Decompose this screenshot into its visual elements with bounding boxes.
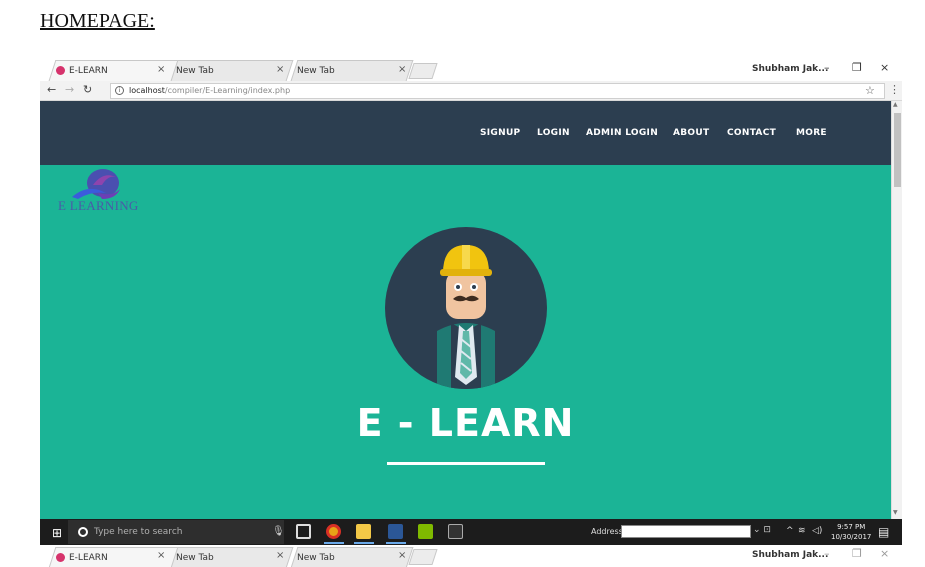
task-view-icon[interactable] <box>296 524 311 539</box>
tab-label: New Tab <box>176 552 214 563</box>
taskbar-address-label: Address <box>591 527 623 536</box>
windows-taskbar: ⊞ Type here to search 🎙 Address ⌄ ⊡ ^ ≋ … <box>40 519 902 545</box>
browser-tab-bar-duplicate: E-LEARN × New Tab × New Tab × Shubham Ja… <box>40 545 902 567</box>
back-icon[interactable]: ← <box>47 83 56 96</box>
address-bar: ← → ↻ i localhost/compiler/E-Learning/in… <box>40 81 902 101</box>
tab-label: E-LEARN <box>69 65 108 76</box>
tab-label: New Tab <box>176 65 214 76</box>
site-favicon-icon <box>56 553 65 562</box>
chrome-icon[interactable] <box>326 524 341 539</box>
tab-label: E-LEARN <box>69 552 108 563</box>
mic-icon[interactable]: 🎙 <box>272 526 285 537</box>
search-placeholder: Type here to search <box>94 527 183 537</box>
word-icon[interactable] <box>388 524 403 539</box>
notification-icon[interactable]: ▤ <box>878 525 889 539</box>
window-user-label: Shubham Jak... <box>752 64 829 74</box>
clock-time: 9:57 PM <box>837 523 866 531</box>
new-tab-button[interactable] <box>408 63 438 79</box>
close-window-icon[interactable]: × <box>880 547 889 560</box>
notepad-icon[interactable] <box>418 524 433 539</box>
info-icon[interactable]: i <box>115 86 124 95</box>
site-title: E - LEARN <box>356 401 575 445</box>
scroll-thumb[interactable] <box>894 113 901 187</box>
nav-contact[interactable]: CONTACT <box>727 128 776 138</box>
close-tab-icon[interactable]: × <box>157 64 165 75</box>
close-tab-icon[interactable]: × <box>157 550 165 561</box>
title-divider <box>387 462 545 465</box>
close-tab-icon[interactable]: × <box>398 64 406 75</box>
close-window-icon[interactable]: × <box>880 61 889 74</box>
web-page: SIGNUP LOGIN ADMIN LOGIN ABOUT CONTACT M… <box>40 101 891 519</box>
logo-text: E LEARNING <box>58 198 139 213</box>
browser-screenshot: E-LEARN × New Tab × New Tab × Shubham Ja… <box>40 57 902 567</box>
clock-date: 10/30/2017 <box>831 533 872 541</box>
url-path: /compiler/E-Learning/index.php <box>164 86 291 95</box>
restore-icon[interactable]: ❐ <box>852 61 862 74</box>
window-user-label: Shubham Jak... <box>752 550 829 560</box>
site-favicon-icon <box>56 66 65 75</box>
reload-icon[interactable]: ↻ <box>83 83 92 96</box>
page-scrollbar[interactable]: ▲ ▼ <box>891 101 902 519</box>
tab-label: New Tab <box>297 65 335 76</box>
taskbar-search-input[interactable]: Type here to search <box>68 520 284 544</box>
nav-admin-login[interactable]: ADMIN LOGIN <box>586 128 658 138</box>
scroll-up-icon[interactable]: ▲ <box>893 101 898 108</box>
document-heading: HOMEPAGE: <box>40 10 155 32</box>
nav-about[interactable]: ABOUT <box>673 128 709 138</box>
site-navbar: SIGNUP LOGIN ADMIN LOGIN ABOUT CONTACT M… <box>40 101 891 165</box>
restore-icon[interactable]: ❐ <box>852 547 862 560</box>
close-tab-icon[interactable]: × <box>276 64 284 75</box>
nav-login[interactable]: LOGIN <box>537 128 570 138</box>
tab-label: New Tab <box>297 552 335 563</box>
browser-tab-bar: E-LEARN × New Tab × New Tab × Shubham Ja… <box>40 57 902 81</box>
cortana-icon <box>78 527 88 537</box>
star-icon[interactable]: ☆ <box>865 84 875 97</box>
tray-chevron-icon[interactable]: ^ <box>786 526 794 536</box>
close-tab-icon[interactable]: × <box>398 550 406 561</box>
windows-start-icon[interactable]: ⊞ <box>52 526 62 540</box>
address-go-icon[interactable]: ⌄ ⊡ <box>753 525 771 535</box>
url-input[interactable]: i localhost/compiler/E-Learning/index.ph… <box>110 83 885 99</box>
taskbar-clock[interactable]: 9:57 PM 10/30/2017 <box>831 522 871 542</box>
file-explorer-icon[interactable] <box>356 524 371 539</box>
nav-more[interactable]: MORE <box>796 128 827 138</box>
engineer-avatar-icon <box>437 245 495 389</box>
forward-icon[interactable]: → <box>65 83 74 96</box>
volume-icon[interactable]: ◁) <box>812 526 822 536</box>
taskbar-address-input[interactable] <box>621 525 751 538</box>
nav-signup[interactable]: SIGNUP <box>480 128 520 138</box>
menu-icon[interactable]: ⋮ <box>889 83 900 96</box>
url-host: localhost <box>129 86 165 95</box>
new-tab-button[interactable] <box>408 549 438 565</box>
terminal-icon[interactable] <box>448 524 463 539</box>
close-tab-icon[interactable]: × <box>276 550 284 561</box>
engineer-avatar <box>385 227 547 389</box>
minimize-icon[interactable]: – <box>824 547 830 560</box>
scroll-down-icon[interactable]: ▼ <box>893 509 898 516</box>
network-icon[interactable]: ≋ <box>798 526 806 536</box>
minimize-icon[interactable]: – <box>824 61 830 74</box>
